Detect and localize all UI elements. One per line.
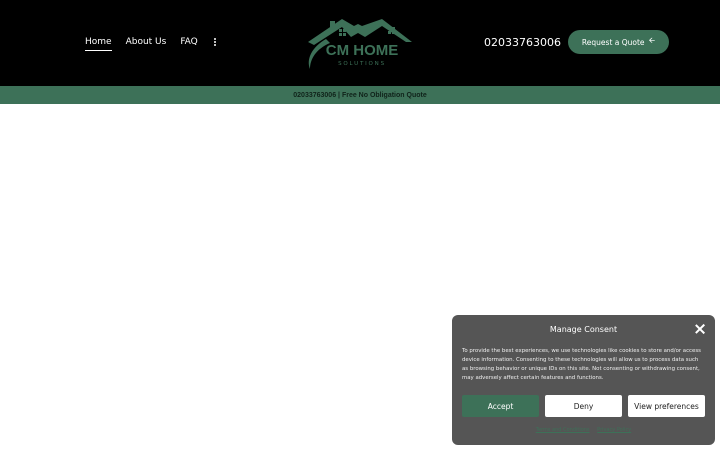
- logo-brand-text: CM HOME: [326, 42, 399, 59]
- terms-link[interactable]: Terms and Conditions: [536, 427, 590, 433]
- promo-bar-text: 02033763006 | Free No Obligation Quote: [293, 91, 427, 99]
- view-preferences-button[interactable]: View preferences: [628, 395, 705, 417]
- close-icon[interactable]: [695, 324, 705, 334]
- request-quote-label: Request a Quote: [581, 37, 645, 47]
- consent-links: Terms and Conditions Privacy Policy: [452, 427, 715, 433]
- accept-button[interactable]: Accept: [462, 395, 539, 417]
- chimney-icon: [330, 21, 335, 30]
- cookie-consent-dialog: Manage Consent To provide the best exper…: [452, 315, 715, 445]
- header-phone-link[interactable]: 02033763006: [484, 36, 561, 50]
- privacy-policy-link[interactable]: Privacy Policy: [597, 427, 631, 433]
- nav-item-about-us[interactable]: About Us: [126, 36, 167, 48]
- site-logo[interactable]: CM HOME SOLUTIONS: [302, 15, 418, 71]
- consent-button-row: Accept Deny View preferences: [462, 395, 705, 417]
- request-quote-button[interactable]: Request a Quote 🡨: [568, 30, 669, 54]
- arrow-left-icon: 🡨: [648, 36, 656, 45]
- nav-item-faq[interactable]: FAQ: [180, 36, 197, 48]
- more-menu-icon[interactable]: [212, 36, 218, 48]
- consent-title: Manage Consent: [549, 325, 618, 334]
- nav-item-home[interactable]: Home: [85, 36, 112, 51]
- deny-button[interactable]: Deny: [545, 395, 622, 417]
- site-header: Home About Us FAQ CM HOME SOLUTIONS 0203…: [0, 0, 720, 86]
- promo-bar: 02033763006 | Free No Obligation Quote: [0, 86, 720, 104]
- consent-description: To provide the best experiences, we use …: [462, 348, 701, 381]
- logo-tagline-text: SOLUTIONS: [338, 61, 386, 67]
- main-nav: Home About Us FAQ: [85, 36, 218, 51]
